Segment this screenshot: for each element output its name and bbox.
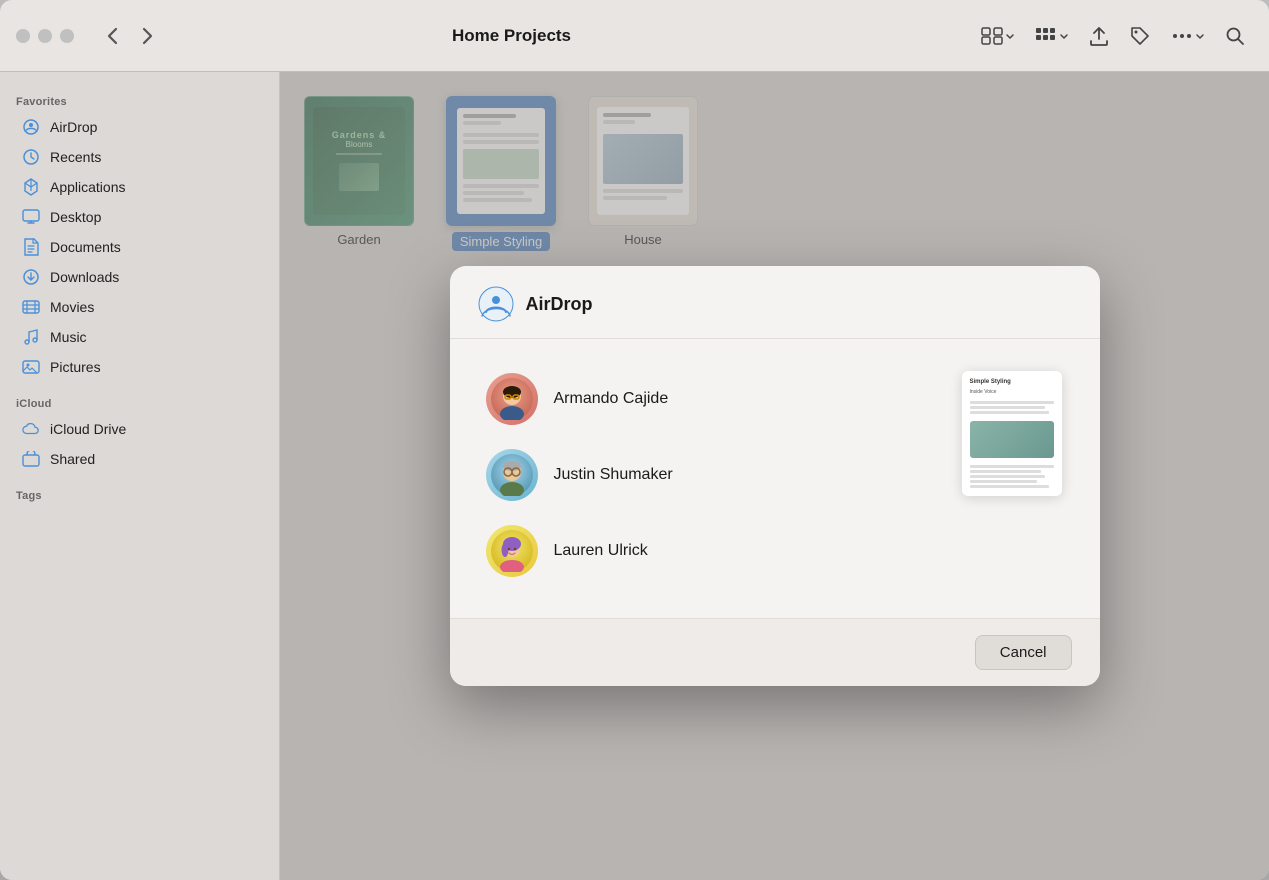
applications-icon <box>22 178 40 196</box>
sidebar-item-music[interactable]: Music <box>6 322 273 352</box>
airdrop-modal-body: Armando Cajide <box>450 339 1100 619</box>
sidebar-item-movies[interactable]: Movies <box>6 292 273 322</box>
airdrop-modal-footer: Cancel <box>450 619 1100 686</box>
toolbar-actions <box>973 19 1253 53</box>
airdrop-modal: AirDrop <box>450 266 1100 686</box>
contact-lauren[interactable]: Lauren Ulrick <box>478 515 932 587</box>
sidebar-label-documents: Documents <box>50 239 121 255</box>
contact-name-lauren: Lauren Ulrick <box>554 542 648 560</box>
search-button[interactable] <box>1217 20 1253 52</box>
icloud-label: iCloud <box>0 390 279 414</box>
contact-justin[interactable]: Justin Shumaker <box>478 439 932 511</box>
airdrop-modal-icon <box>478 286 514 322</box>
sidebar-item-downloads[interactable]: Downloads <box>6 262 273 292</box>
sidebar-label-movies: Movies <box>50 299 94 315</box>
sidebar-item-documents[interactable]: Documents <box>6 232 273 262</box>
sidebar-label-pictures: Pictures <box>50 359 101 375</box>
sidebar: Favorites AirDrop <box>0 72 280 880</box>
avatar-justin <box>486 449 538 501</box>
downloads-icon <box>22 268 40 286</box>
airdrop-icon <box>22 118 40 136</box>
close-button[interactable] <box>16 29 30 43</box>
cancel-button[interactable]: Cancel <box>975 635 1072 670</box>
contact-name-justin: Justin Shumaker <box>554 466 673 484</box>
sidebar-item-shared[interactable]: Shared <box>6 444 273 474</box>
contact-armando[interactable]: Armando Cajide <box>478 363 932 435</box>
sidebar-item-applications[interactable]: Applications <box>6 172 273 202</box>
sidebar-label-applications: Applications <box>50 179 126 195</box>
music-icon <box>22 328 40 346</box>
airdrop-modal-title: AirDrop <box>526 294 593 315</box>
preview-doc-subtitle: Inside Voice <box>970 389 1054 395</box>
tags-label: Tags <box>0 482 279 506</box>
main-layout: Favorites AirDrop <box>0 72 1269 880</box>
preview-card: Simple Styling Inside Voice <box>962 371 1062 496</box>
favorites-label: Favorites <box>0 88 279 112</box>
airdrop-modal-header: AirDrop <box>450 266 1100 339</box>
airdrop-contacts: Armando Cajide <box>478 363 932 594</box>
sidebar-label-shared: Shared <box>50 451 95 467</box>
view-grid-button[interactable] <box>973 21 1023 51</box>
movies-icon <box>22 298 40 316</box>
content-area: Gardens & Blooms Garden <box>280 72 1269 880</box>
airdrop-preview: Simple Styling Inside Voice <box>952 363 1072 594</box>
sidebar-item-airdrop[interactable]: AirDrop <box>6 112 273 142</box>
documents-icon <box>22 238 40 256</box>
tag-button[interactable] <box>1121 19 1159 53</box>
avatar-lauren <box>486 525 538 577</box>
sidebar-item-recents[interactable]: Recents <box>6 142 273 172</box>
sidebar-label-recents: Recents <box>50 149 101 165</box>
toolbar: Home Projects <box>0 0 1269 72</box>
modal-overlay: AirDrop <box>280 72 1269 880</box>
sidebar-item-icloud-drive[interactable]: iCloud Drive <box>6 414 273 444</box>
desktop-icon <box>22 208 40 226</box>
sidebar-label-icloud-drive: iCloud Drive <box>50 421 126 437</box>
more-button[interactable] <box>1163 25 1213 47</box>
finder-window: Home Projects <box>0 0 1269 880</box>
group-button[interactable] <box>1027 21 1077 51</box>
shared-icon <box>22 450 40 468</box>
sidebar-item-pictures[interactable]: Pictures <box>6 352 273 382</box>
sidebar-label-airdrop: AirDrop <box>50 119 97 135</box>
icloud-icon <box>22 420 40 438</box>
share-button[interactable] <box>1081 19 1117 53</box>
pictures-icon <box>22 358 40 376</box>
recents-icon <box>22 148 40 166</box>
window-title: Home Projects <box>58 26 965 46</box>
sidebar-label-downloads: Downloads <box>50 269 119 285</box>
minimize-button[interactable] <box>38 29 52 43</box>
contact-name-armando: Armando Cajide <box>554 390 669 408</box>
sidebar-item-desktop[interactable]: Desktop <box>6 202 273 232</box>
preview-doc-title: Simple Styling <box>970 379 1054 385</box>
sidebar-label-music: Music <box>50 329 87 345</box>
sidebar-label-desktop: Desktop <box>50 209 101 225</box>
avatar-armando <box>486 373 538 425</box>
